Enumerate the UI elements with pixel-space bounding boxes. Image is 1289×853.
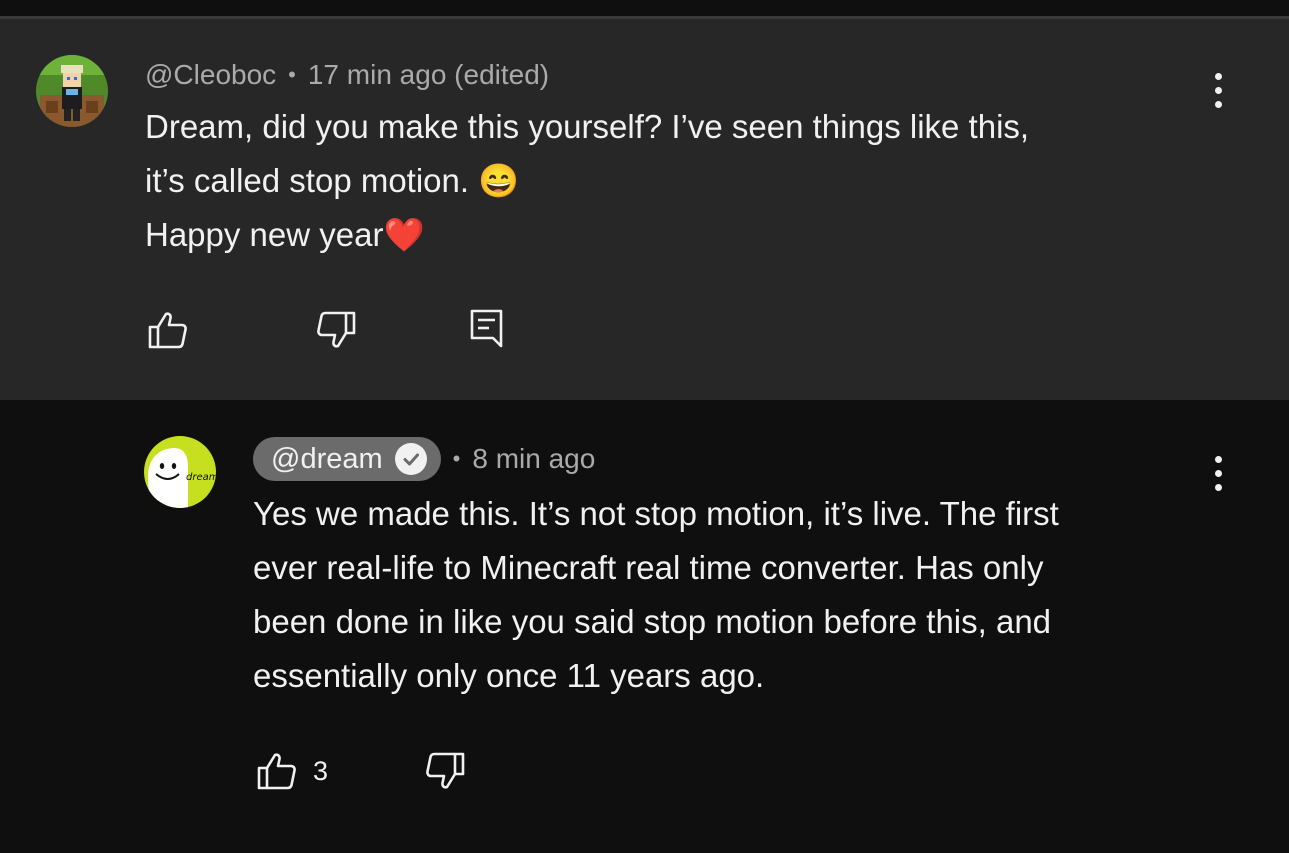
reply-line: ever real-life to Minecraft real time co…: [253, 549, 1044, 586]
comment-line: Happy new year❤️: [145, 216, 425, 253]
comment-meta: @Cleoboc • 17 min ago (edited): [145, 59, 549, 91]
thumbs-up-icon: [148, 312, 187, 349]
avatar-cleoboc[interactable]: [36, 55, 108, 127]
dislike-button[interactable]: [425, 752, 465, 790]
meta-separator: •: [452, 446, 461, 471]
comment-line: it’s called stop motion. 😄: [145, 162, 520, 199]
comment-timestamp: 17 min ago (edited): [307, 59, 550, 90]
reply-line: Yes we made this. It’s not stop motion, …: [253, 495, 1059, 532]
more-actions-icon[interactable]: [1213, 456, 1223, 498]
reply-line: been done in like you said stop motion b…: [253, 603, 1052, 640]
comment-line: Dream, did you make this yourself? I’ve …: [145, 108, 1030, 145]
comment-thread-highlighted: @Cleoboc • 17 min ago (edited) Dream, di…: [0, 19, 1289, 400]
dream-smiley-avatar-icon: dream: [144, 436, 216, 508]
like-button[interactable]: 3: [257, 752, 328, 790]
reply-timestamp: 8 min ago: [472, 443, 596, 474]
reply-author: @dream: [271, 442, 383, 475]
avatar-label: dream: [186, 472, 216, 483]
dislike-button[interactable]: [316, 311, 356, 349]
like-button[interactable]: [148, 311, 188, 349]
like-count: 3: [313, 755, 329, 786]
top-bar: [0, 0, 1289, 16]
verified-check-icon: [394, 443, 427, 475]
more-actions-icon[interactable]: [1213, 73, 1223, 115]
reply-meta: @dream • 8 min ago: [253, 437, 595, 481]
comment-icon: [470, 309, 503, 348]
reply-text: Yes we made this. It’s not stop motion, …: [253, 487, 1213, 703]
meta-separator: •: [288, 62, 296, 87]
comment-author[interactable]: @Cleoboc: [145, 59, 276, 91]
avatar-dream[interactable]: dream: [144, 436, 216, 508]
thumbs-down-icon: [426, 752, 465, 789]
reply-line: essentially only once 11 years ago.: [253, 657, 765, 694]
thumbs-down-icon: [317, 311, 356, 348]
comment-text: Dream, did you make this yourself? I’ve …: [145, 100, 1185, 262]
reply-thread: dream @dream • 8 min ago Yes we made thi…: [0, 400, 1289, 853]
thumbs-up-icon: [257, 753, 296, 790]
reply-button[interactable]: [470, 309, 504, 349]
minecraft-skin-avatar-icon: [36, 55, 108, 127]
creator-author-chip[interactable]: @dream: [253, 437, 441, 481]
